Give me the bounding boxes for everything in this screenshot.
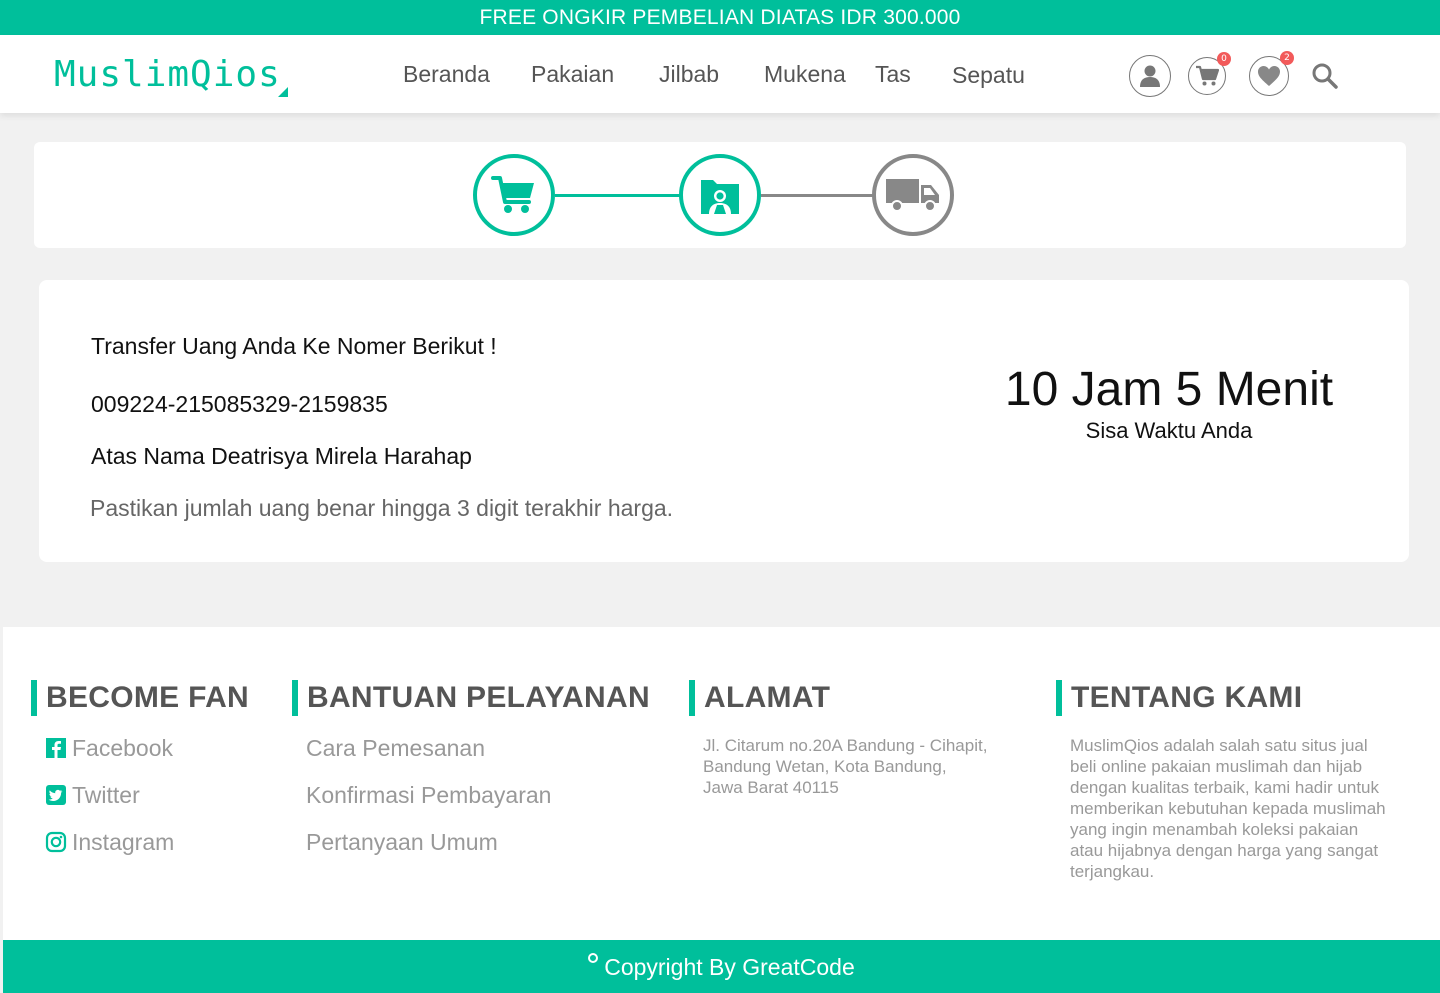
footer-heading-bantuan: BANTUAN PELAYANAN <box>292 680 650 716</box>
heart-icon <box>1258 66 1280 86</box>
facebook-icon <box>46 738 66 758</box>
site-logo[interactable]: MuslimQios <box>54 55 281 95</box>
transfer-instruction: Transfer Uang Anda Ke Nomer Berikut ! <box>91 333 497 359</box>
user-icon <box>1140 65 1160 87</box>
account-name: Atas Nama Deatrisya Mirela Harahap <box>91 443 472 469</box>
footer-link-label: Twitter <box>72 782 140 808</box>
payment-note: Pastikan jumlah uang benar hingga 3 digi… <box>90 495 674 521</box>
step-cart <box>473 154 555 236</box>
footer-address: Jl. Citarum no.20A Bandung - Cihapit, Ba… <box>703 735 1033 798</box>
address-line: Jl. Citarum no.20A Bandung - Cihapit, <box>703 736 988 755</box>
cart-icon <box>1196 65 1219 86</box>
site-footer: BECOME FAN Facebook Twitter Instagram BA… <box>3 627 1440 940</box>
footer-link-instagram[interactable]: Instagram <box>45 828 174 856</box>
address-line: Jawa Barat 40115 <box>703 778 839 797</box>
about-line: beli online pakaian muslimah dan hijab <box>1070 757 1363 776</box>
nav-item-sepatu[interactable]: Sepatu <box>952 60 1025 90</box>
footer-link-label: Facebook <box>72 735 174 761</box>
nav-item-pakaian[interactable]: Pakaian <box>531 59 614 89</box>
about-line: terjangkau. <box>1070 862 1155 881</box>
payment-info-card: Transfer Uang Anda Ke Nomer Berikut ! 00… <box>39 280 1409 562</box>
nav-item-jilbab[interactable]: Jilbab <box>659 59 719 89</box>
footer-link-konfirmasi[interactable]: Konfirmasi Pembayaran <box>306 781 551 809</box>
step-payment <box>679 154 761 236</box>
cart-button[interactable]: 0 <box>1188 52 1231 95</box>
checkout-progress <box>34 142 1406 248</box>
step-shipping <box>872 154 954 236</box>
truck-icon <box>886 179 939 212</box>
twitter-icon <box>46 785 66 805</box>
site-header: MuslimQios Beranda Pakaian Jilbab Mukena… <box>0 35 1440 113</box>
promo-bar: FREE ONGKIR PEMBELIAN DIATAS IDR 300.000 <box>0 0 1440 35</box>
step-connector-1 <box>555 194 680 197</box>
footer-link-label: Instagram <box>72 829 175 855</box>
nav-item-mukena[interactable]: Mukena <box>764 59 846 89</box>
nav-item-beranda[interactable]: Beranda <box>403 59 490 89</box>
copyright-text: Copyright By GreatCode <box>604 954 855 980</box>
about-line: memberikan kebutuhan kepada muslimah <box>1070 799 1386 818</box>
footer-about-text: MuslimQios adalah salah satu situs jual … <box>1070 735 1430 882</box>
address-line: Bandung Wetan, Kota Bandung, <box>703 757 947 776</box>
nav-item-tas[interactable]: Tas <box>875 59 911 89</box>
wishlist-count-badge: 2 <box>1280 51 1294 65</box>
step-connector-2 <box>761 194 874 197</box>
instagram-icon <box>45 831 67 853</box>
logo-accent-mark <box>278 87 288 97</box>
footer-heading-alamat: ALAMAT <box>689 680 830 716</box>
wishlist-button[interactable]: 2 <box>1249 51 1294 96</box>
countdown-timer: 10 Jam 5 Menit <box>1004 363 1334 416</box>
copyright-bar: Copyright By GreatCode <box>3 940 1440 993</box>
countdown-label: Sisa Waktu Anda <box>1085 418 1253 443</box>
copyright-icon <box>588 953 599 963</box>
about-line: yang ingin menambah koleksi pakaian <box>1070 820 1359 839</box>
cart-count-badge: 0 <box>1217 52 1231 66</box>
about-line: atau hijabnya dengan harga yang sangat <box>1070 841 1379 860</box>
footer-link-cara-pemesanan[interactable]: Cara Pemesanan <box>306 734 485 762</box>
account-number: 009224-215085329-2159835 <box>91 391 388 417</box>
about-line: MuslimQios adalah salah satu situs jual <box>1070 736 1368 755</box>
payment-folder-icon <box>701 180 739 214</box>
account-button[interactable] <box>1129 55 1171 97</box>
footer-link-pertanyaan[interactable]: Pertanyaan Umum <box>306 828 498 856</box>
footer-heading-tentang: TENTANG KAMI <box>1056 680 1302 716</box>
footer-heading-become-fan: BECOME FAN <box>31 680 249 716</box>
search-icon[interactable] <box>1310 61 1340 91</box>
footer-link-facebook[interactable]: Facebook <box>45 734 173 762</box>
cart-icon <box>491 176 534 213</box>
footer-link-twitter[interactable]: Twitter <box>45 781 140 809</box>
about-line: dengan kualitas terbaik, kami hadir untu… <box>1070 778 1380 797</box>
